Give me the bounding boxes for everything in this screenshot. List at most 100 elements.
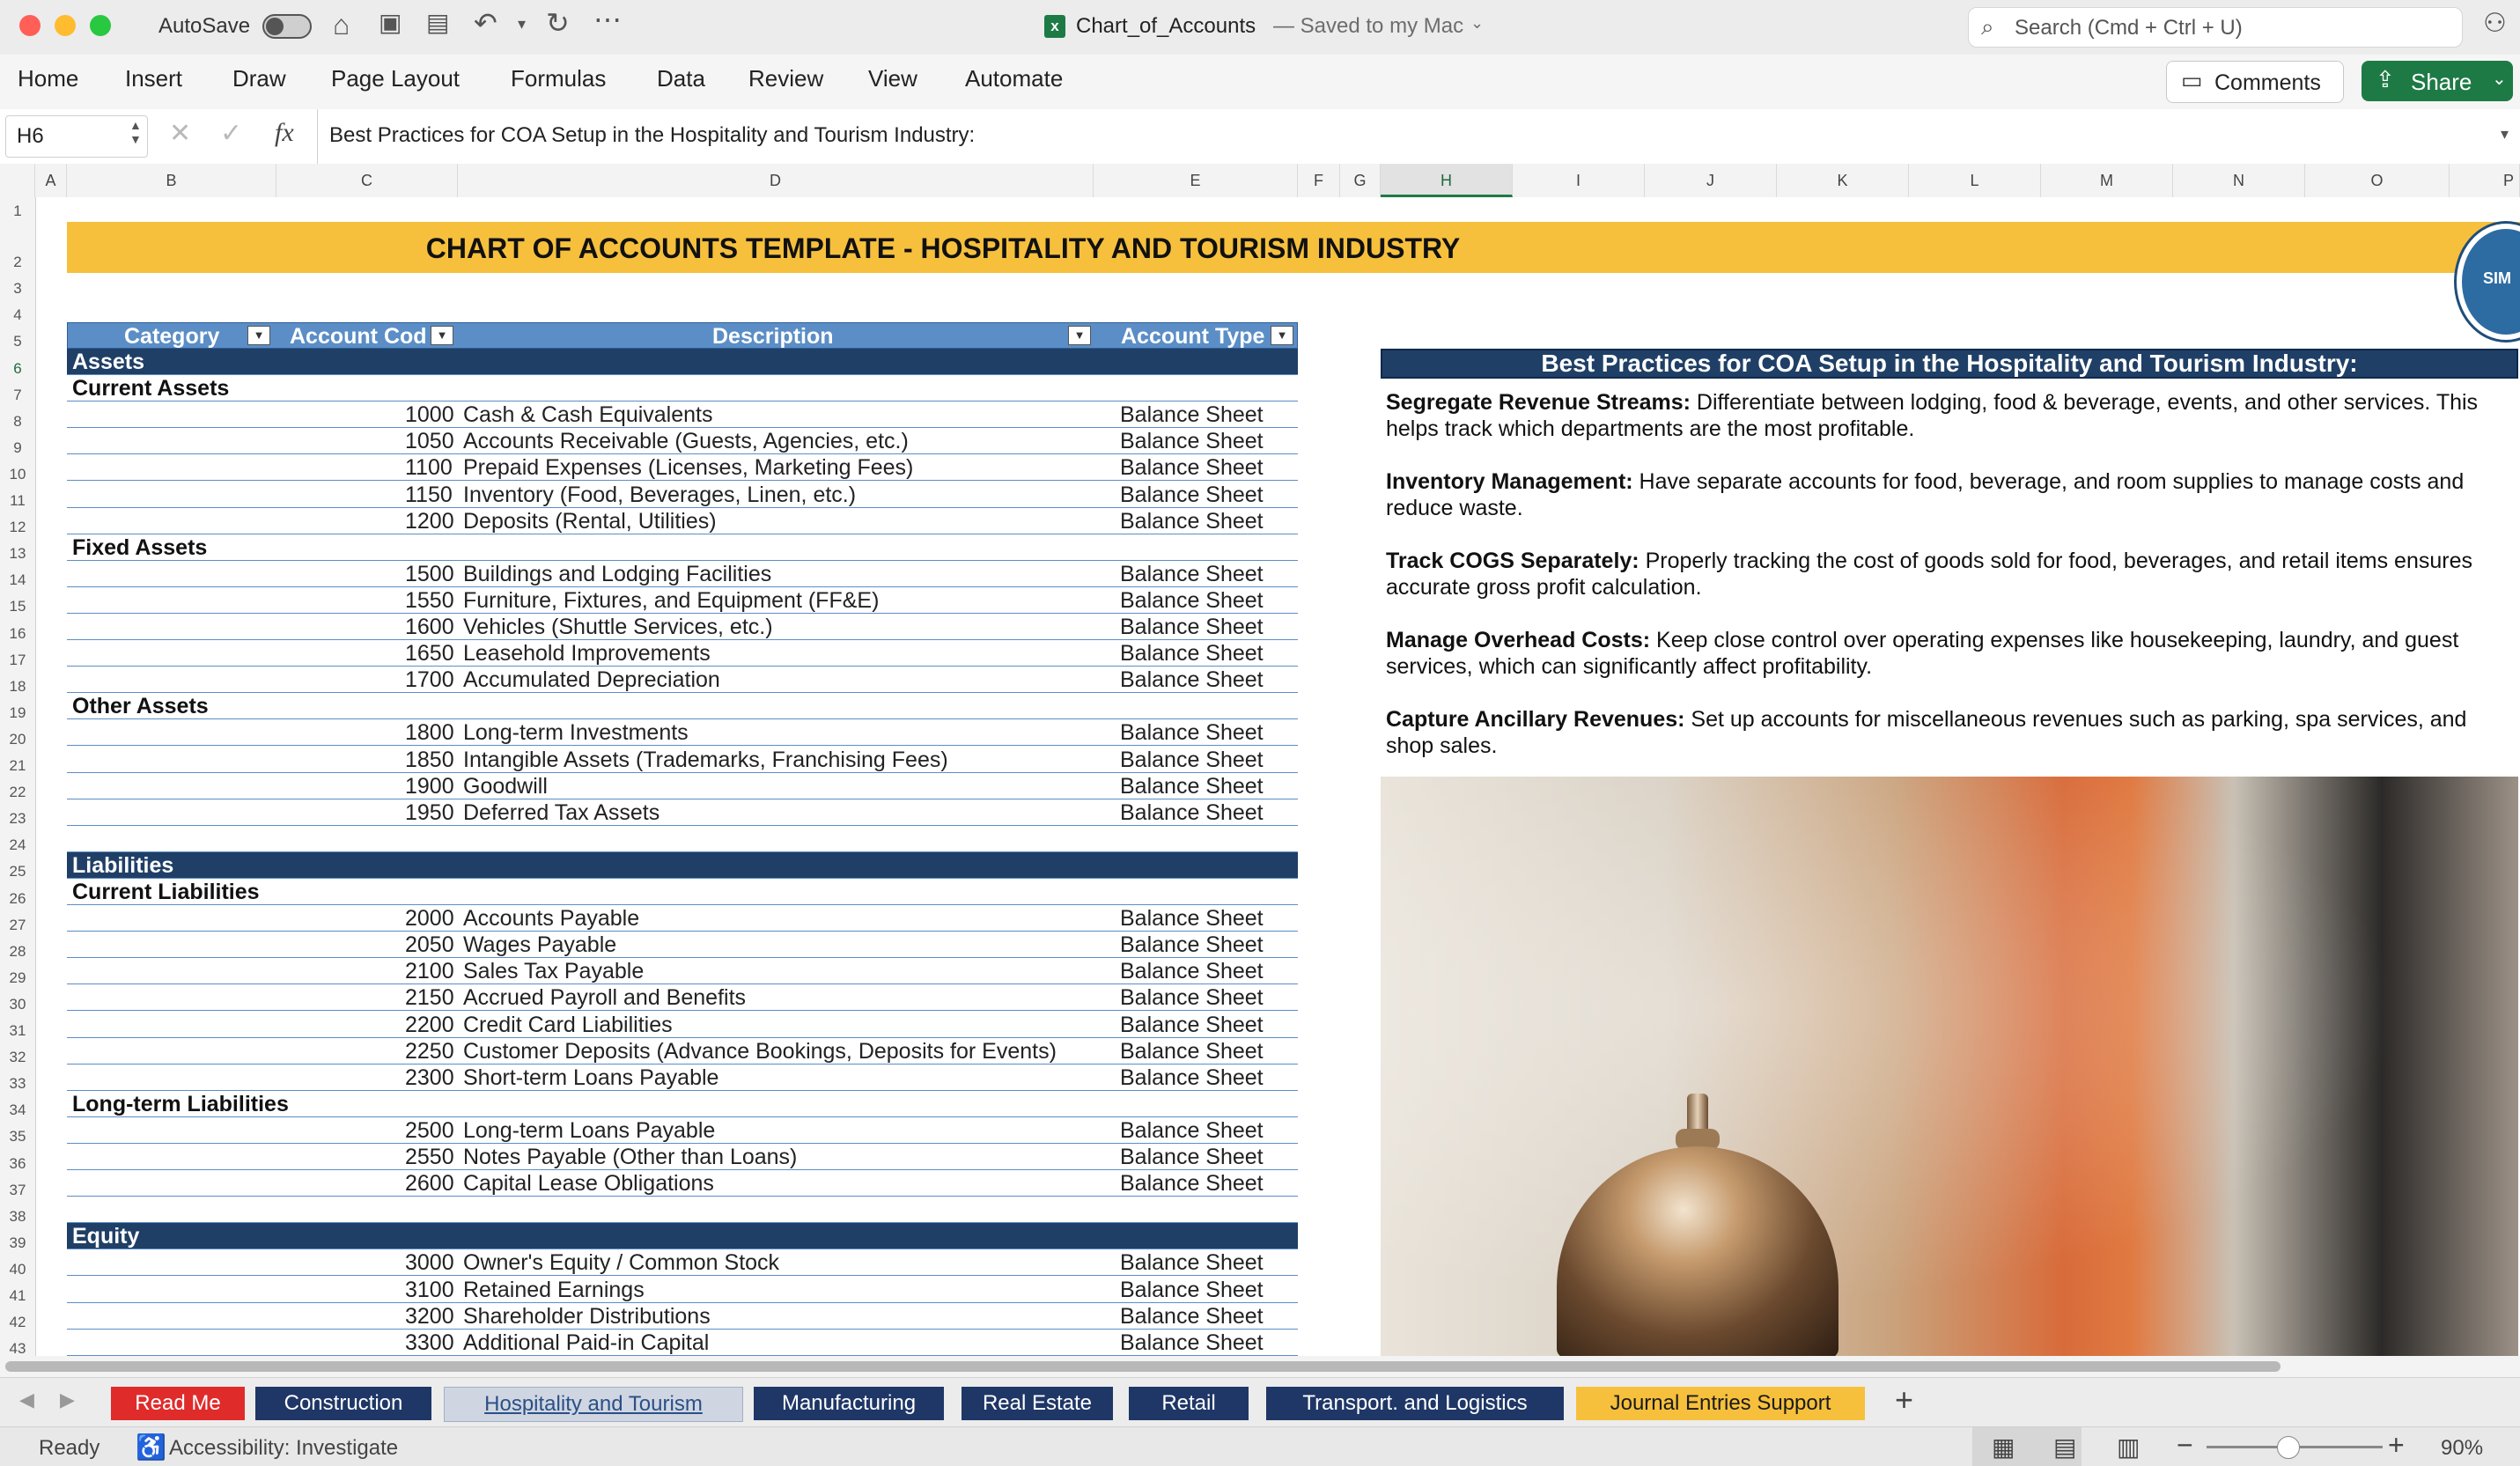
table-row[interactable]: 2500 Long-term Loans Payable Balance Sheet [67, 1117, 1298, 1144]
menu-formulas[interactable]: Formulas [511, 65, 606, 92]
row-header[interactable]: 5 [0, 333, 35, 350]
row-header[interactable]: 16 [0, 625, 35, 643]
share-button[interactable]: ⇪ Share ⌄ [2362, 61, 2513, 101]
sheet-tab[interactable]: Journal Entries Support [1576, 1387, 1865, 1420]
table-row[interactable]: 2200 Credit Card Liabilities Balance Sheet [67, 1012, 1298, 1038]
column-header-l[interactable]: L [1909, 164, 2041, 197]
blank-row[interactable] [67, 826, 1298, 852]
row-header[interactable]: 7 [0, 387, 35, 404]
table-row[interactable]: 2050 Wages Payable Balance Sheet [67, 932, 1298, 959]
table-row[interactable]: 2300 Short-term Loans Payable Balance Shee… [67, 1065, 1298, 1091]
cell-reference[interactable]: H6 [17, 124, 44, 149]
search-input[interactable]: Search (Cmd + Ctrl + U) [2015, 16, 2243, 41]
expand-formula-bar-icon[interactable]: ▾ [2501, 125, 2509, 144]
saved-status[interactable]: — Saved to my Mac [1273, 14, 1463, 39]
column-header-c[interactable]: C [276, 164, 458, 197]
table-row[interactable]: 2100 Sales Tax Payable Balance Sheet [67, 958, 1298, 985]
undo-icon[interactable]: ↶ [474, 9, 497, 37]
section-row[interactable]: Equity [67, 1223, 1298, 1250]
comments-button[interactable]: ▭ Comments [2166, 61, 2344, 103]
file-name[interactable]: Chart_of_Accounts [1076, 14, 1256, 39]
best-practice-item[interactable]: Track COGS Separately: Properly tracking… [1386, 548, 2516, 600]
column-header-g[interactable]: G [1340, 164, 1381, 197]
column-header-f[interactable]: F [1298, 164, 1340, 197]
zoom-slider[interactable] [2207, 1436, 2383, 1459]
table-row[interactable]: 3300 Additional Paid-in Capital Balance Sh… [67, 1330, 1298, 1356]
column-header-d[interactable]: D [458, 164, 1094, 197]
save-icon[interactable]: ▣ [379, 11, 402, 35]
menu-page-layout[interactable]: Page Layout [331, 65, 460, 92]
zoom-out-button[interactable]: − [2177, 1429, 2193, 1462]
account-code-filter-button[interactable]: ▼ [431, 326, 453, 345]
sheet-tab[interactable]: Hospitality and Tourism [444, 1387, 743, 1422]
row-header[interactable]: 38 [0, 1208, 35, 1226]
column-header-b[interactable]: B [67, 164, 276, 197]
best-practices-heading[interactable]: Best Practices for COA Setup in the Hosp… [1381, 349, 2518, 379]
column-header-k[interactable]: K [1777, 164, 1909, 197]
worksheet-grid[interactable]: 1 2 3 4 5 6 7 8 9 10 11 12 13 14 15 16 17 18 19 20 21 22 23 24 2… [0, 197, 2520, 1356]
undo-dropdown-chevron-icon[interactable]: ▾ [518, 16, 526, 32]
row-header[interactable]: 36 [0, 1155, 35, 1173]
table-row[interactable]: 2550 Notes Payable (Other than Loans) Bala… [67, 1144, 1298, 1170]
column-header-j[interactable]: J [1645, 164, 1777, 197]
row-header[interactable]: 11 [0, 492, 35, 510]
close-window-button[interactable] [19, 15, 41, 36]
more-options-icon[interactable]: ⋯ [593, 5, 622, 33]
table-row[interactable]: 1000 Cash & Cash Equivalents Balance Sheet [67, 401, 1298, 429]
table-row[interactable]: 1650 Leasehold Improvements Balance Sheet [67, 640, 1298, 667]
table-row[interactable]: 1600 Vehicles (Shuttle Services, etc.) Bal… [67, 614, 1298, 640]
row-header[interactable]: 33 [0, 1075, 35, 1093]
row-header[interactable]: 37 [0, 1182, 35, 1199]
account-type-filter-button[interactable]: ▼ [1271, 326, 1293, 345]
row-header[interactable]: 4 [0, 306, 35, 324]
table-row[interactable]: 1700 Accumulated Depreciation Balance Shee… [67, 667, 1298, 694]
row-header[interactable]: 32 [0, 1049, 35, 1066]
table-row[interactable]: 1800 Long-term Investments Balance Sheet [67, 719, 1298, 747]
row-header[interactable]: 20 [0, 731, 35, 748]
row-header[interactable]: 35 [0, 1128, 35, 1146]
table-row[interactable]: 2150 Accrued Payroll and Benefits Balance … [67, 984, 1298, 1012]
table-row[interactable]: 1100 Prepaid Expenses (Licenses, Marketin… [67, 454, 1298, 482]
column-header-e[interactable]: E [1094, 164, 1298, 197]
select-all-corner[interactable] [0, 164, 35, 197]
row-header[interactable]: 3 [0, 280, 35, 298]
row-header[interactable]: 21 [0, 757, 35, 775]
confirm-entry-icon[interactable]: ✓ [220, 118, 242, 149]
section-row[interactable]: Liabilities [67, 851, 1298, 879]
column-header-n[interactable]: N [2173, 164, 2305, 197]
menu-draw[interactable]: Draw [232, 65, 286, 92]
table-row[interactable]: 1050 Accounts Receivable (Guests, Agencie… [67, 428, 1298, 455]
subsection-row[interactable]: Long-term Liabilities [67, 1091, 1298, 1117]
table-row[interactable]: 1950 Deferred Tax Assets Balance Sheet [67, 799, 1298, 826]
row-header[interactable]: 15 [0, 598, 35, 615]
menu-home[interactable]: Home [18, 65, 78, 92]
row-header[interactable]: 14 [0, 571, 35, 589]
row-header[interactable]: 23 [0, 810, 35, 828]
table-row[interactable]: 1150 Inventory (Food, Beverages, Linen, e… [67, 482, 1298, 508]
table-row[interactable]: 1900 Goodwill Balance Sheet [67, 773, 1298, 799]
column-header-a[interactable]: A [35, 164, 67, 197]
zoom-in-button[interactable]: + [2388, 1429, 2405, 1462]
table-row[interactable]: 1200 Deposits (Rental, Utilities) Balance … [67, 508, 1298, 534]
sheet-tab[interactable]: Construction [255, 1387, 431, 1420]
autosave-toggle[interactable] [262, 14, 312, 39]
row-header[interactable]: 39 [0, 1234, 35, 1252]
row-header[interactable]: 41 [0, 1287, 35, 1305]
menu-data[interactable]: Data [657, 65, 705, 92]
sheet-tab[interactable]: Manufacturing [754, 1387, 944, 1420]
row-header[interactable]: 26 [0, 890, 35, 908]
accessibility-icon[interactable]: ♿ [136, 1433, 166, 1462]
column-header-m[interactable]: M [2041, 164, 2173, 197]
add-sheet-button[interactable]: + [1895, 1381, 1913, 1418]
file-menu-chevron-icon[interactable]: ⌄ [1470, 14, 1484, 33]
column-header-o[interactable]: O [2305, 164, 2450, 197]
column-header-h[interactable]: H [1381, 164, 1513, 197]
menu-automate[interactable]: Automate [965, 65, 1063, 92]
description-filter-button[interactable]: ▼ [1068, 326, 1091, 345]
best-practice-item[interactable]: Inventory Management: Have separate acco… [1386, 468, 2516, 521]
sheet-tab[interactable]: Real Estate [962, 1387, 1113, 1420]
horizontal-scrollbar[interactable] [0, 1356, 2520, 1377]
best-practice-item[interactable]: Capture Ancillary Revenues: Set up accou… [1386, 706, 2516, 759]
insert-function-button[interactable]: fx [275, 118, 294, 148]
table-row[interactable]: 2000 Accounts Payable Balance Sheet [67, 905, 1298, 932]
